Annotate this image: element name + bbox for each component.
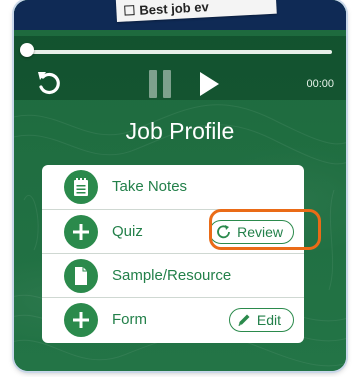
menu-item-take-notes[interactable]: Take Notes bbox=[42, 165, 304, 209]
edit-button-label: Edit bbox=[256, 312, 281, 328]
audio-player: 00:00 bbox=[14, 36, 346, 100]
menu-item-sample-resource[interactable]: Sample/Resource bbox=[42, 253, 304, 297]
menu-item-label: Form bbox=[112, 311, 147, 328]
job-profile-menu: Take Notes Quiz Review Sample/Resource F… bbox=[42, 165, 304, 343]
checkbox-icon bbox=[124, 5, 135, 16]
menu-item-label: Sample/Resource bbox=[112, 267, 232, 284]
pause-icon[interactable] bbox=[149, 70, 173, 98]
plus-icon bbox=[64, 303, 98, 337]
header-paper-text: Best job ev bbox=[139, 0, 210, 18]
pencil-icon bbox=[238, 314, 250, 326]
play-icon[interactable] bbox=[197, 70, 221, 98]
menu-item-quiz[interactable]: Quiz Review bbox=[42, 209, 304, 253]
edit-button[interactable]: Edit bbox=[228, 308, 294, 332]
refresh-icon bbox=[217, 225, 230, 239]
menu-item-label: Take Notes bbox=[112, 178, 188, 195]
elapsed-time: 00:00 bbox=[306, 78, 334, 90]
replay-icon[interactable] bbox=[34, 68, 64, 98]
document-icon bbox=[64, 259, 98, 293]
review-button[interactable]: Review bbox=[209, 220, 294, 244]
menu-item-form[interactable]: Form Edit bbox=[42, 297, 304, 343]
progress-track[interactable] bbox=[26, 50, 332, 54]
page-title: Job Profile bbox=[125, 118, 235, 144]
progress-thumb[interactable] bbox=[20, 43, 34, 57]
plus-icon bbox=[64, 215, 98, 249]
notepad-icon bbox=[64, 170, 98, 204]
menu-item-label: Quiz bbox=[112, 223, 143, 240]
review-button-label: Review bbox=[237, 224, 283, 240]
